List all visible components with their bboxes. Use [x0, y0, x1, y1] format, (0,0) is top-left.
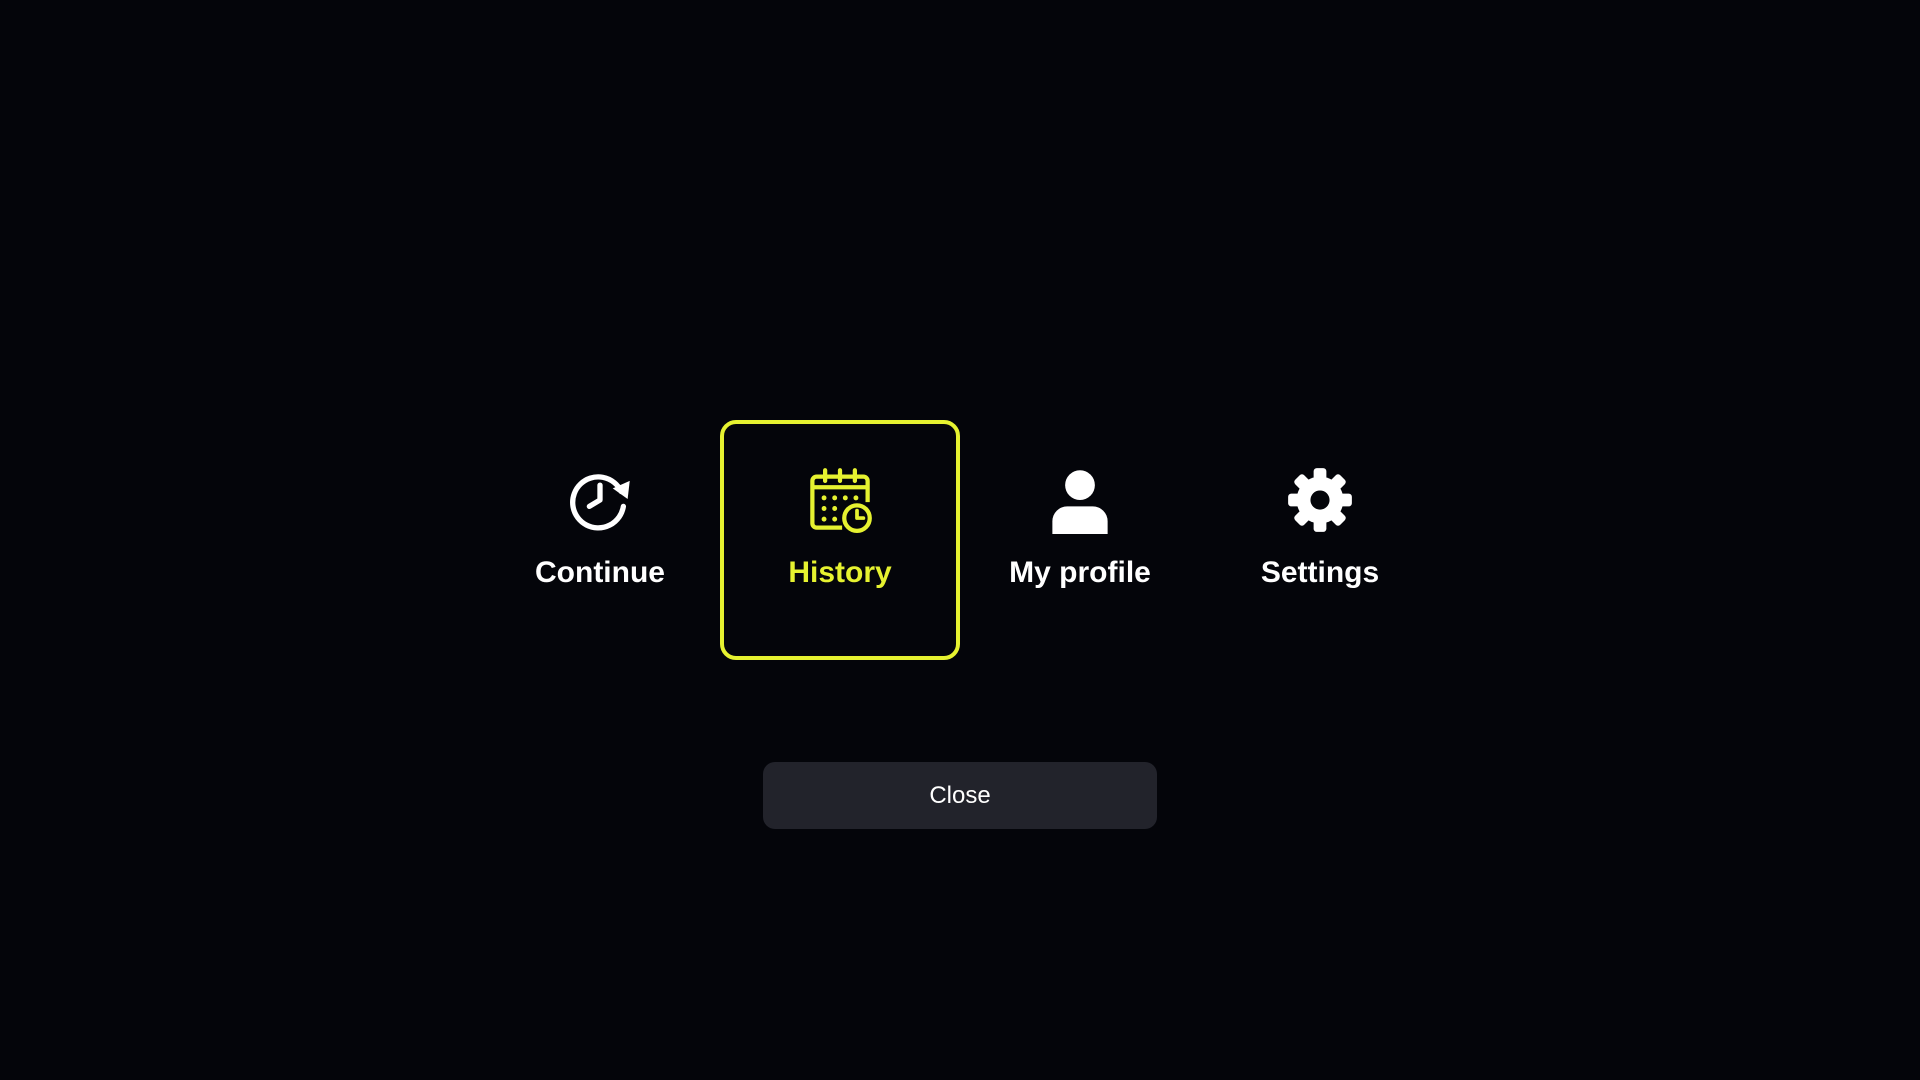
menu-row: Continue History My profile Settings	[0, 420, 1920, 660]
continue-clock-icon	[566, 466, 634, 534]
person-icon	[1046, 466, 1114, 534]
menu-item-label: Settings	[1260, 556, 1380, 589]
gear-icon	[1286, 466, 1354, 534]
menu-item-settings[interactable]: Settings	[1200, 420, 1440, 660]
menu-item-label: Continue	[535, 556, 665, 589]
menu-item-label: History	[788, 556, 892, 589]
close-button[interactable]: Close	[763, 762, 1157, 829]
menu-item-history[interactable]: History	[720, 420, 960, 660]
menu-item-my-profile[interactable]: My profile	[960, 420, 1200, 660]
menu-item-continue[interactable]: Continue	[480, 420, 720, 660]
menu-item-label: My profile	[1009, 556, 1151, 589]
calendar-clock-icon	[806, 466, 874, 534]
menu-screen: Continue History My profile Settings Clo…	[0, 0, 1920, 1080]
